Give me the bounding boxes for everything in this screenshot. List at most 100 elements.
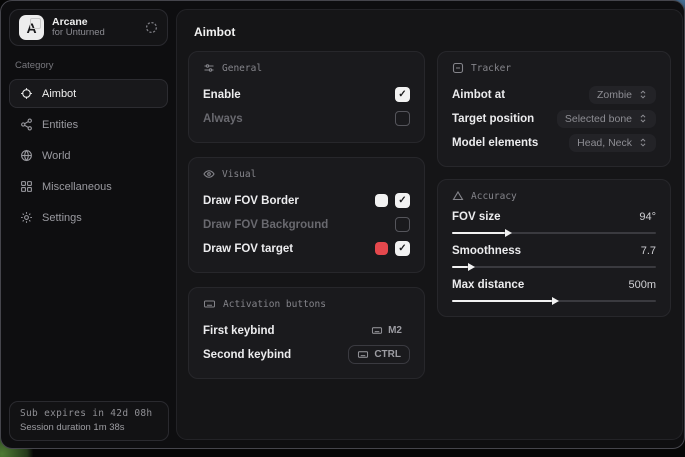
setting-label: Target position — [452, 113, 534, 125]
color-swatch-white[interactable] — [375, 194, 388, 207]
visual-card: Visual Draw FOV Border ✓ Draw FOV Backgr… — [188, 157, 425, 273]
scan-icon — [452, 62, 464, 74]
fov-background-checkbox[interactable] — [395, 217, 410, 232]
slider-value: 7.7 — [641, 245, 656, 257]
sidebar-item-world[interactable]: World — [9, 141, 168, 170]
app-subtitle: for Unturned — [52, 28, 137, 39]
keybind-value: M2 — [388, 325, 402, 336]
setting-label: Draw FOV Border — [203, 195, 299, 207]
sidebar-item-entities[interactable]: Entities — [9, 110, 168, 139]
color-swatch-red[interactable] — [375, 242, 388, 255]
target-position-dropdown[interactable]: Selected bone — [557, 110, 656, 128]
category-nav: Aimbot Entities World Miscellaneous — [9, 79, 168, 234]
app-logo: A — [19, 15, 44, 40]
crosshair-icon — [20, 87, 33, 100]
first-keybind-button[interactable]: M2 — [363, 322, 410, 339]
sidebar-item-settings[interactable]: Settings — [9, 203, 168, 232]
setting-label: Always — [203, 113, 243, 125]
fov-size-slider[interactable] — [452, 232, 656, 234]
main-panel: Aimbot General Enable ✓ Al — [176, 9, 683, 440]
sidebar-item-label: Miscellaneous — [42, 181, 112, 193]
dropdown-value: Head, Neck — [577, 137, 632, 149]
keyboard-icon — [371, 325, 383, 336]
slider-label: FOV size — [452, 211, 501, 223]
gear-icon — [20, 211, 33, 224]
setting-label: First keybind — [203, 325, 275, 337]
sidebar: A Arcane for Unturned Category Aimbot — [1, 1, 176, 448]
setting-label: Second keybind — [203, 349, 291, 361]
setting-row-first-keybind: First keybind M2 — [203, 319, 410, 342]
setting-row-fov-background: Draw FOV Background — [203, 213, 410, 236]
setting-label: Draw FOV target — [203, 243, 293, 255]
triangle-icon — [452, 190, 464, 202]
setting-row-target-position: Target position Selected bone — [452, 107, 656, 130]
keybind-value: CTRL — [374, 349, 401, 360]
enable-checkbox[interactable]: ✓ — [395, 87, 410, 102]
sidebar-item-label: Aimbot — [42, 88, 76, 100]
fov-target-checkbox[interactable]: ✓ — [395, 241, 410, 256]
slider-value: 94° — [639, 211, 656, 223]
card-title: Tracker — [471, 63, 511, 74]
dropdown-value: Zombie — [597, 89, 632, 101]
keyboard-icon — [357, 349, 369, 360]
card-title: General — [222, 63, 262, 74]
dropdown-value: Selected bone — [565, 113, 632, 125]
smoothness-slider[interactable] — [452, 266, 656, 268]
setting-row-second-keybind: Second keybind CTRL — [203, 343, 410, 366]
setting-row-enable: Enable ✓ — [203, 83, 410, 106]
brand-text: Arcane for Unturned — [52, 16, 137, 39]
accuracy-card: Accuracy FOV size 94° Smoothness — [437, 179, 671, 317]
entities-icon — [20, 118, 33, 131]
card-title: Accuracy — [471, 191, 517, 202]
subscription-box: Sub expires in 42d 08h Session duration … — [9, 401, 169, 441]
setting-row-fov-border: Draw FOV Border ✓ — [203, 189, 410, 212]
sub-expiry-text: Sub expires in 42d 08h — [20, 408, 158, 419]
category-label: Category — [15, 60, 168, 71]
setting-label: Aimbot at — [452, 89, 505, 101]
grid-icon — [20, 180, 33, 193]
brand-header: A Arcane for Unturned — [9, 9, 168, 46]
sidebar-item-label: World — [42, 150, 71, 162]
chevrons-up-down-icon — [638, 137, 648, 148]
max-distance-slider[interactable] — [452, 300, 656, 302]
sliders-icon — [203, 62, 215, 74]
fov-size-slider-group: FOV size 94° — [452, 211, 656, 234]
sidebar-item-miscellaneous[interactable]: Miscellaneous — [9, 172, 168, 201]
card-title: Activation buttons — [223, 299, 326, 310]
aimbot-at-dropdown[interactable]: Zombie — [589, 86, 656, 104]
slider-fill — [452, 266, 468, 268]
setting-row-model-elements: Model elements Head, Neck — [452, 131, 656, 154]
sidebar-item-label: Settings — [42, 212, 82, 224]
eye-icon — [203, 168, 215, 180]
setting-label: Enable — [203, 89, 241, 101]
sync-icon[interactable] — [145, 21, 158, 34]
globe-icon — [20, 149, 33, 162]
activation-card: Activation buttons First keybind M2 Seco… — [188, 287, 425, 379]
smoothness-slider-group: Smoothness 7.7 — [452, 245, 656, 268]
slider-fill — [452, 300, 552, 302]
slider-label: Smoothness — [452, 245, 521, 257]
setting-row-fov-target: Draw FOV target ✓ — [203, 237, 410, 260]
second-keybind-button[interactable]: CTRL — [348, 345, 410, 364]
setting-row-aimbot-at: Aimbot at Zombie — [452, 83, 656, 106]
fov-border-checkbox[interactable]: ✓ — [395, 193, 410, 208]
setting-label: Draw FOV Background — [203, 219, 328, 231]
chevrons-up-down-icon — [638, 89, 648, 100]
keyboard-icon — [203, 298, 216, 310]
session-duration-text: Session duration 1m 38s — [20, 422, 158, 433]
slider-label: Max distance — [452, 279, 524, 291]
sidebar-item-aimbot[interactable]: Aimbot — [9, 79, 168, 108]
always-checkbox[interactable] — [395, 111, 410, 126]
max-distance-slider-group: Max distance 500m — [452, 279, 656, 302]
setting-row-always: Always — [203, 107, 410, 130]
slider-value: 500m — [628, 279, 656, 291]
general-card: General Enable ✓ Always — [188, 51, 425, 143]
model-elements-dropdown[interactable]: Head, Neck — [569, 134, 656, 152]
slider-fill — [452, 232, 505, 234]
chevrons-up-down-icon — [638, 113, 648, 124]
setting-label: Model elements — [452, 137, 538, 149]
tracker-card: Tracker Aimbot at Zombie Target position — [437, 51, 671, 167]
sidebar-item-label: Entities — [42, 119, 78, 131]
card-title: Visual — [222, 169, 256, 180]
cheat-menu-window: A Arcane for Unturned Category Aimbot — [0, 0, 685, 449]
